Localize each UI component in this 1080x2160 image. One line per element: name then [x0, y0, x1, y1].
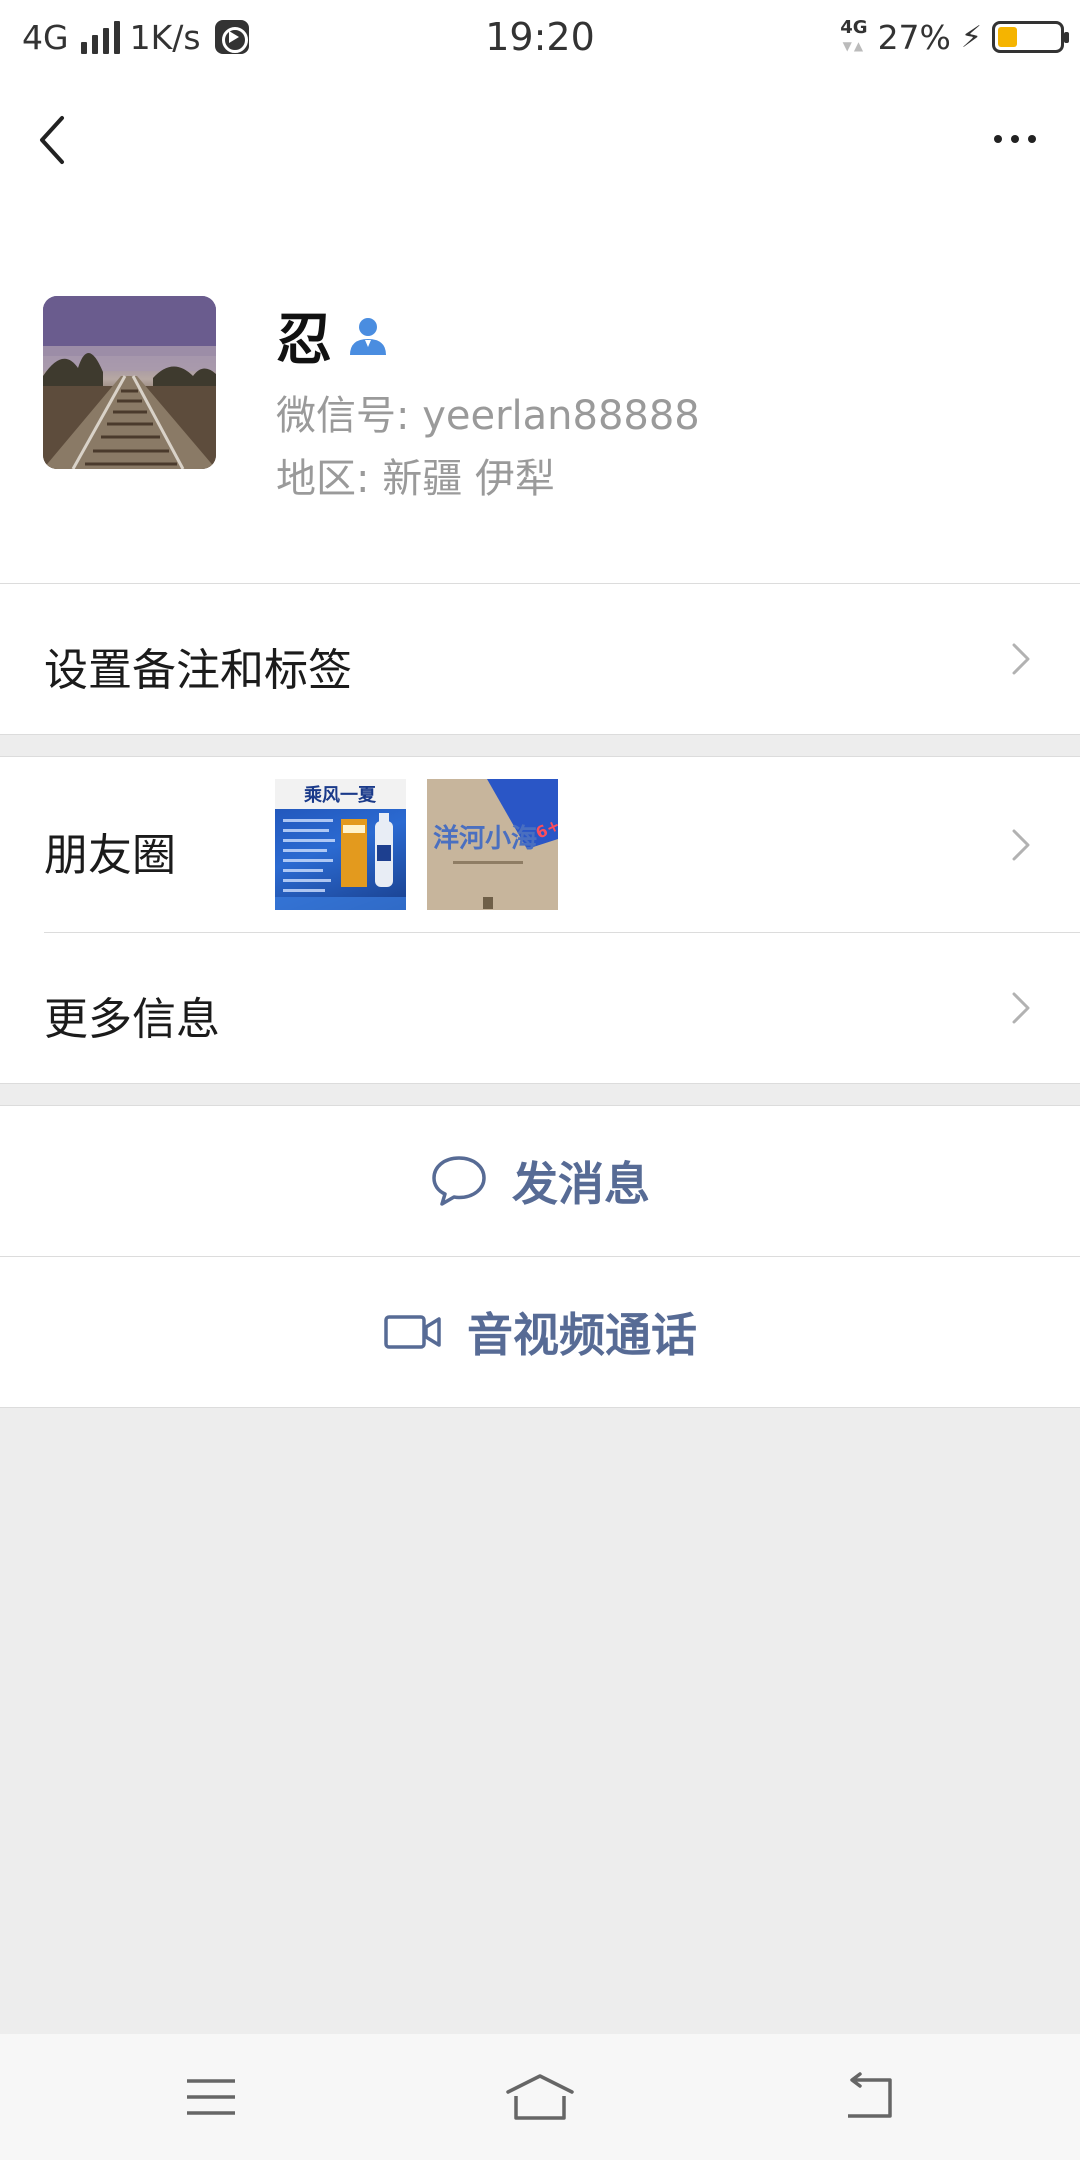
divider [0, 1083, 1080, 1084]
region: 地区: 新疆 伊犁 [276, 456, 555, 502]
chevron-right-icon [1012, 643, 1030, 675]
data-4g-icon: 4G ▼▲ [840, 17, 868, 54]
chevron-right-icon [1012, 829, 1030, 861]
profile-header: 忍 微信号: yeerlan88888 地区: 新疆 伊犁 [0, 200, 1080, 583]
charging-icon: ⚡ [960, 19, 982, 55]
more-info-row[interactable]: 更多信息 [0, 933, 1080, 1083]
moments-label: 朋友圈 [44, 830, 176, 881]
wechat-id: 微信号: yeerlan88888 [276, 393, 700, 439]
nav-bar [0, 74, 1080, 200]
home-button[interactable] [500, 2064, 580, 2130]
chevron-right-icon [1012, 992, 1030, 1024]
return-icon [848, 2072, 892, 2118]
return-button[interactable] [828, 2064, 908, 2130]
home-icon [506, 2074, 574, 2120]
system-nav-bar [0, 2034, 1080, 2160]
avatar[interactable] [43, 296, 216, 469]
battery-percent: 27% [877, 17, 951, 57]
moments-thumbnail[interactable]: 乘风一夏 [275, 779, 406, 910]
contact-name: 忍 [276, 307, 332, 373]
set-remark-label: 设置备注和标签 [44, 645, 352, 696]
status-bar: 4G 1K/s 19:20 4G ▼▲ 27% ⚡ [0, 0, 1080, 74]
person-icon [350, 318, 386, 355]
moments-row[interactable]: 朋友圈 乘风一夏 6+5 洋河小海 [0, 757, 1080, 933]
chat-bubble-icon [432, 1156, 486, 1206]
chevron-left-icon [40, 116, 64, 164]
divider [0, 734, 1080, 735]
divider [0, 1407, 1080, 1408]
set-remark-row[interactable]: 设置备注和标签 [0, 584, 1080, 734]
more-info-label: 更多信息 [44, 994, 220, 1045]
more-dots-icon [994, 135, 1002, 143]
send-message-label: 发消息 [512, 1157, 650, 1211]
moments-thumbnail[interactable]: 6+5 洋河小海 [427, 779, 558, 910]
name-line: 忍 [276, 300, 390, 373]
video-call-label: 音视频通话 [467, 1308, 697, 1362]
battery-icon [992, 21, 1069, 53]
thumb2-title: 洋河小海 [433, 823, 537, 854]
thumb1-title: 乘风一夏 [303, 785, 377, 806]
menu-button[interactable] [171, 2064, 251, 2130]
back-button[interactable] [30, 104, 100, 174]
video-camera-icon [384, 1315, 441, 1349]
menu-icon [187, 2079, 235, 2115]
more-button[interactable] [980, 109, 1050, 169]
status-right: 4G ▼▲ 27% ⚡ [840, 14, 1069, 60]
video-call-button[interactable]: 音视频通话 [0, 1257, 1080, 1407]
send-message-button[interactable]: 发消息 [0, 1106, 1080, 1256]
